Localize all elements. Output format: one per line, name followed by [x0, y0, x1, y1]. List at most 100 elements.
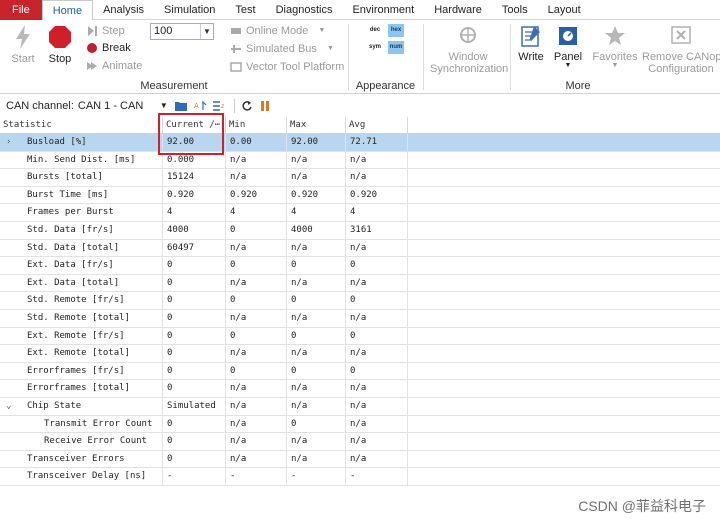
reset-icon[interactable]	[241, 100, 253, 112]
cell-min: n/a	[226, 345, 287, 363]
statistics-grid: Statistic Current /⋯ Min Max Avg › Busloa…	[0, 117, 720, 486]
window-sync-button[interactable]: Window Synchronization	[430, 24, 508, 75]
header-min[interactable]: Min	[226, 117, 287, 134]
table-row[interactable]: Burst Time [ms] 0.920 0.920 0.920 0.920	[0, 186, 720, 205]
folder-icon[interactable]	[174, 100, 188, 112]
table-row[interactable]: Ext. Data [fr/s] 0 0 0 0	[0, 257, 720, 275]
cell-stat: Frames per Burst	[0, 204, 163, 222]
table-row[interactable]: Frames per Burst 4 4 4 4	[0, 204, 720, 222]
header-current[interactable]: Current /⋯	[163, 117, 226, 134]
menu-tab-test[interactable]: Test	[225, 0, 265, 20]
panel-button[interactable]: Panel ▼	[552, 24, 584, 69]
cell-avg: 0	[346, 362, 408, 381]
table-row[interactable]: Bursts [total] 15124 n/a n/a n/a	[0, 169, 720, 187]
break-button[interactable]: Break	[86, 40, 131, 56]
cell-max: 0	[287, 362, 346, 381]
menu-tab-simulation[interactable]: Simulation	[154, 0, 225, 20]
num-toggle[interactable]: num	[388, 41, 404, 54]
header-max[interactable]: Max	[287, 117, 346, 134]
write-button[interactable]: Write	[516, 24, 546, 63]
table-row[interactable]: Receive Error Count 0 n/a n/a n/a	[0, 433, 720, 451]
dec-toggle[interactable]: dec	[367, 24, 383, 37]
header-avg[interactable]: Avg	[346, 117, 408, 134]
menu-tab-analysis[interactable]: Analysis	[93, 0, 154, 20]
step-button[interactable]: Step	[86, 23, 125, 39]
cell-stat: Bursts [total]	[0, 169, 163, 187]
table-row[interactable]: Std. Data [fr/s] 4000 0 4000 3161	[0, 221, 720, 240]
cell-avg: 0	[346, 292, 408, 310]
sym-toggle[interactable]: sym	[367, 41, 383, 54]
menu-tab-environment[interactable]: Environment	[342, 0, 424, 20]
cell-min: n/a	[226, 415, 287, 434]
simulated-bus-button[interactable]: Simulated Bus ▼	[230, 41, 334, 57]
cell-stat: Std. Remote [fr/s]	[0, 292, 163, 310]
cell-avg: -	[346, 468, 408, 486]
cell-current: 0	[163, 380, 226, 398]
pause-icon[interactable]	[259, 100, 271, 112]
hex-toggle[interactable]: hex	[388, 24, 404, 37]
channel-toolbar: CAN channel: CAN 1 - CAN ▼ A z	[0, 95, 720, 116]
menu-tab-diagnostics[interactable]: Diagnostics	[266, 0, 343, 20]
header-statistic[interactable]: Statistic	[0, 117, 163, 134]
table-row[interactable]: ⌄ Chip State Simulated n/a n/a n/a	[0, 397, 720, 416]
table-row[interactable]: Std. Data [total] 60497 n/a n/a n/a	[0, 239, 720, 258]
cell-stat: Transmit Error Count	[0, 415, 163, 434]
table-row[interactable]: Transceiver Delay [ns] - - - -	[0, 468, 720, 486]
cell-current: 0	[163, 309, 226, 328]
cell-max: 92.00	[287, 134, 346, 152]
table-row[interactable]: Ext. Remote [fr/s] 0 0 0 0	[0, 327, 720, 346]
chevron-down-icon[interactable]: ▼	[160, 101, 168, 110]
channel-label: CAN channel:	[6, 99, 74, 112]
cell-max: n/a	[287, 450, 346, 469]
menu-tab-layout[interactable]: Layout	[538, 0, 591, 20]
sort-asc-icon[interactable]: A	[194, 100, 208, 112]
online-mode-icon	[231, 28, 241, 34]
cell-stat: Ext. Remote [total]	[0, 345, 163, 363]
table-row[interactable]: Ext. Data [total] 0 n/a n/a n/a	[0, 274, 720, 293]
cell-min: 0.00	[226, 134, 287, 152]
vector-tool-platform-button[interactable]: Vector Tool Platform	[230, 59, 344, 75]
sort-list-icon[interactable]: z	[212, 100, 226, 112]
vector-tool-platform-label: Vector Tool Platform	[246, 61, 345, 73]
table-row[interactable]: Transceiver Errors 0 n/a n/a n/a	[0, 450, 720, 469]
cell-min: n/a	[226, 450, 287, 469]
cell-avg: 0	[346, 257, 408, 275]
cell-avg: n/a	[346, 433, 408, 451]
cell-max: n/a	[287, 433, 346, 451]
table-row[interactable]: Std. Remote [total] 0 n/a n/a n/a	[0, 309, 720, 328]
stop-button[interactable]: Stop	[45, 24, 75, 65]
menu-tab-file[interactable]: File	[0, 0, 42, 20]
table-row[interactable]: Min. Send Dist. [ms] 0.000 n/a n/a n/a	[0, 151, 720, 170]
online-mode-button[interactable]: Online Mode ▼	[230, 23, 325, 39]
cell-avg: n/a	[346, 415, 408, 434]
cell-current: 0.000	[163, 151, 226, 170]
favorites-button[interactable]: Favorites ▼	[592, 24, 638, 69]
cell-current: 0	[163, 450, 226, 469]
channel-select[interactable]: CAN 1 - CAN	[78, 100, 160, 112]
menu-tab-tools[interactable]: Tools	[492, 0, 538, 20]
stop-icon	[49, 26, 71, 48]
chevron-down-icon: ▼	[564, 62, 572, 69]
table-row[interactable]: › Busload [%] 92.00 0.00 92.00 72.71	[0, 134, 720, 152]
cell-min: n/a	[226, 169, 287, 187]
animate-button[interactable]: Animate	[86, 58, 142, 74]
table-row[interactable]: Errorframes [fr/s] 0 0 0 0	[0, 362, 720, 381]
cell-stat: Burst Time [ms]	[0, 186, 163, 205]
platform-icon	[230, 62, 242, 72]
table-row[interactable]: Std. Remote [fr/s] 0 0 0 0	[0, 292, 720, 310]
step-icon	[88, 26, 97, 36]
start-button[interactable]: Start	[8, 24, 38, 65]
menu-tab-home[interactable]: Home	[41, 0, 94, 21]
remove-canopen-button[interactable]: Remove CANoper Configuration	[642, 24, 720, 75]
speed-combo[interactable]: 100 ▼	[150, 23, 214, 40]
cell-max: n/a	[287, 169, 346, 187]
table-row[interactable]: Errorframes [total] 0 n/a n/a n/a	[0, 380, 720, 398]
cell-stat: Std. Remote [total]	[0, 309, 163, 328]
cell-min: 0	[226, 362, 287, 381]
animate-icon	[87, 62, 97, 70]
cell-current: 0	[163, 345, 226, 363]
menu-tab-hardware[interactable]: Hardware	[424, 0, 492, 20]
table-row[interactable]: Ext. Remote [total] 0 n/a n/a n/a	[0, 345, 720, 363]
table-row[interactable]: Transmit Error Count 0 n/a 0 n/a	[0, 415, 720, 434]
more-group-label: More	[565, 80, 591, 92]
